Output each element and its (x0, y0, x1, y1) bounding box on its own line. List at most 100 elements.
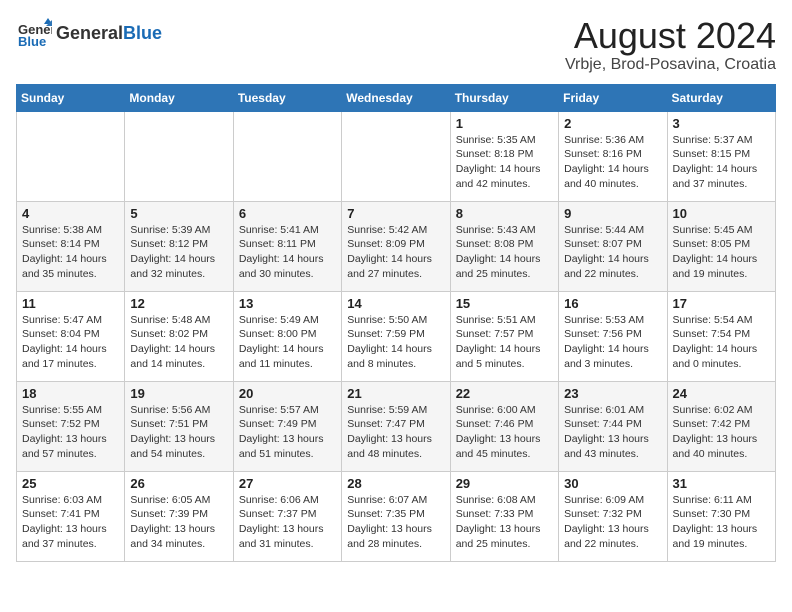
logo-blue-text: Blue (123, 23, 162, 43)
calendar-cell: 13 Sunrise: 5:49 AM Sunset: 8:00 PM Dayli… (233, 291, 341, 381)
day-detail: Sunrise: 5:39 AM Sunset: 8:12 PM Dayligh… (130, 223, 227, 282)
day-detail: Sunrise: 6:01 AM Sunset: 7:44 PM Dayligh… (564, 403, 661, 462)
day-detail: Sunrise: 5:45 AM Sunset: 8:05 PM Dayligh… (673, 223, 770, 282)
day-detail: Sunrise: 5:42 AM Sunset: 8:09 PM Dayligh… (347, 223, 444, 282)
calendar-week-row: 11 Sunrise: 5:47 AM Sunset: 8:04 PM Dayli… (17, 291, 776, 381)
weekday-header: Tuesday (233, 84, 341, 111)
day-number: 20 (239, 386, 336, 401)
calendar-cell: 3 Sunrise: 5:37 AM Sunset: 8:15 PM Daylig… (667, 111, 775, 201)
day-detail: Sunrise: 5:43 AM Sunset: 8:08 PM Dayligh… (456, 223, 553, 282)
day-detail: Sunrise: 6:08 AM Sunset: 7:33 PM Dayligh… (456, 493, 553, 552)
day-number: 25 (22, 476, 119, 491)
logo-general-text: General (56, 23, 123, 43)
calendar-cell (125, 111, 233, 201)
day-detail: Sunrise: 6:07 AM Sunset: 7:35 PM Dayligh… (347, 493, 444, 552)
day-detail: Sunrise: 5:37 AM Sunset: 8:15 PM Dayligh… (673, 133, 770, 192)
calendar-cell (342, 111, 450, 201)
calendar-cell: 7 Sunrise: 5:42 AM Sunset: 8:09 PM Daylig… (342, 201, 450, 291)
day-number: 19 (130, 386, 227, 401)
day-number: 27 (239, 476, 336, 491)
day-number: 23 (564, 386, 661, 401)
weekday-header-row: SundayMondayTuesdayWednesdayThursdayFrid… (17, 84, 776, 111)
day-detail: Sunrise: 5:59 AM Sunset: 7:47 PM Dayligh… (347, 403, 444, 462)
logo-icon: General Blue (16, 16, 52, 52)
calendar-cell: 12 Sunrise: 5:48 AM Sunset: 8:02 PM Dayli… (125, 291, 233, 381)
calendar-cell: 10 Sunrise: 5:45 AM Sunset: 8:05 PM Dayli… (667, 201, 775, 291)
day-number: 16 (564, 296, 661, 311)
calendar-cell: 14Sunrise: 5:50 AM Sunset: 7:59 PM Dayli… (342, 291, 450, 381)
day-number: 31 (673, 476, 770, 491)
day-detail: Sunrise: 5:51 AM Sunset: 7:57 PM Dayligh… (456, 313, 553, 372)
day-number: 13 (239, 296, 336, 311)
day-number: 22 (456, 386, 553, 401)
calendar-cell: 21 Sunrise: 5:59 AM Sunset: 7:47 PM Dayli… (342, 381, 450, 471)
calendar-cell: 16Sunrise: 5:53 AM Sunset: 7:56 PM Dayli… (559, 291, 667, 381)
day-number: 7 (347, 206, 444, 221)
day-detail: Sunrise: 5:56 AM Sunset: 7:51 PM Dayligh… (130, 403, 227, 462)
day-detail: Sunrise: 5:44 AM Sunset: 8:07 PM Dayligh… (564, 223, 661, 282)
day-number: 8 (456, 206, 553, 221)
day-detail: Sunrise: 6:00 AM Sunset: 7:46 PM Dayligh… (456, 403, 553, 462)
day-detail: Sunrise: 6:06 AM Sunset: 7:37 PM Dayligh… (239, 493, 336, 552)
calendar-cell: 27 Sunrise: 6:06 AM Sunset: 7:37 PM Dayli… (233, 471, 341, 561)
calendar-cell: 2Sunrise: 5:36 AM Sunset: 8:16 PM Daylig… (559, 111, 667, 201)
title-area: August 2024 Vrbje, Brod-Posavina, Croati… (565, 16, 776, 74)
calendar-week-row: 1 Sunrise: 5:35 AM Sunset: 8:18 PM Daylig… (17, 111, 776, 201)
calendar-week-row: 4Sunrise: 5:38 AM Sunset: 8:14 PM Daylig… (17, 201, 776, 291)
day-detail: Sunrise: 6:05 AM Sunset: 7:39 PM Dayligh… (130, 493, 227, 552)
day-number: 10 (673, 206, 770, 221)
day-number: 15 (456, 296, 553, 311)
day-detail: Sunrise: 6:09 AM Sunset: 7:32 PM Dayligh… (564, 493, 661, 552)
calendar-cell: 20Sunrise: 5:57 AM Sunset: 7:49 PM Dayli… (233, 381, 341, 471)
day-detail: Sunrise: 5:38 AM Sunset: 8:14 PM Dayligh… (22, 223, 119, 282)
day-number: 17 (673, 296, 770, 311)
day-detail: Sunrise: 5:47 AM Sunset: 8:04 PM Dayligh… (22, 313, 119, 372)
day-number: 30 (564, 476, 661, 491)
calendar-cell: 15 Sunrise: 5:51 AM Sunset: 7:57 PM Dayli… (450, 291, 558, 381)
calendar-cell: 5Sunrise: 5:39 AM Sunset: 8:12 PM Daylig… (125, 201, 233, 291)
calendar-cell (233, 111, 341, 201)
calendar-cell (17, 111, 125, 201)
weekday-header: Friday (559, 84, 667, 111)
weekday-header: Monday (125, 84, 233, 111)
day-detail: Sunrise: 5:35 AM Sunset: 8:18 PM Dayligh… (456, 133, 553, 192)
calendar-title: August 2024 (565, 16, 776, 56)
day-detail: Sunrise: 5:50 AM Sunset: 7:59 PM Dayligh… (347, 313, 444, 372)
header: General Blue GeneralBlue August 2024 Vrb… (16, 16, 776, 74)
calendar-cell: 8 Sunrise: 5:43 AM Sunset: 8:08 PM Daylig… (450, 201, 558, 291)
calendar-cell: 31 Sunrise: 6:11 AM Sunset: 7:30 PM Dayli… (667, 471, 775, 561)
calendar-cell: 22 Sunrise: 6:00 AM Sunset: 7:46 PM Dayli… (450, 381, 558, 471)
weekday-header: Sunday (17, 84, 125, 111)
calendar-cell: 6Sunrise: 5:41 AM Sunset: 8:11 PM Daylig… (233, 201, 341, 291)
day-number: 3 (673, 116, 770, 131)
day-detail: Sunrise: 5:36 AM Sunset: 8:16 PM Dayligh… (564, 133, 661, 192)
calendar-cell: 17 Sunrise: 5:54 AM Sunset: 7:54 PM Dayli… (667, 291, 775, 381)
day-detail: Sunrise: 6:03 AM Sunset: 7:41 PM Dayligh… (22, 493, 119, 552)
calendar-cell: 9 Sunrise: 5:44 AM Sunset: 8:07 PM Daylig… (559, 201, 667, 291)
day-number: 9 (564, 206, 661, 221)
calendar-cell: 24 Sunrise: 6:02 AM Sunset: 7:42 PM Dayli… (667, 381, 775, 471)
day-number: 11 (22, 296, 119, 311)
day-number: 26 (130, 476, 227, 491)
day-detail: Sunrise: 5:48 AM Sunset: 8:02 PM Dayligh… (130, 313, 227, 372)
day-number: 24 (673, 386, 770, 401)
day-detail: Sunrise: 5:41 AM Sunset: 8:11 PM Dayligh… (239, 223, 336, 282)
day-detail: Sunrise: 6:11 AM Sunset: 7:30 PM Dayligh… (673, 493, 770, 552)
calendar-cell: 19 Sunrise: 5:56 AM Sunset: 7:51 PM Dayli… (125, 381, 233, 471)
day-detail: Sunrise: 6:02 AM Sunset: 7:42 PM Dayligh… (673, 403, 770, 462)
day-number: 1 (456, 116, 553, 131)
day-detail: Sunrise: 5:54 AM Sunset: 7:54 PM Dayligh… (673, 313, 770, 372)
day-number: 28 (347, 476, 444, 491)
weekday-header: Wednesday (342, 84, 450, 111)
day-number: 29 (456, 476, 553, 491)
day-detail: Sunrise: 5:49 AM Sunset: 8:00 PM Dayligh… (239, 313, 336, 372)
weekday-header: Saturday (667, 84, 775, 111)
calendar-cell: 18Sunrise: 5:55 AM Sunset: 7:52 PM Dayli… (17, 381, 125, 471)
calendar-subtitle: Vrbje, Brod-Posavina, Croatia (565, 56, 776, 74)
calendar-cell: 26 Sunrise: 6:05 AM Sunset: 7:39 PM Dayli… (125, 471, 233, 561)
calendar-table: SundayMondayTuesdayWednesdayThursdayFrid… (16, 84, 776, 562)
calendar-cell: 4Sunrise: 5:38 AM Sunset: 8:14 PM Daylig… (17, 201, 125, 291)
calendar-week-row: 18Sunrise: 5:55 AM Sunset: 7:52 PM Dayli… (17, 381, 776, 471)
day-number: 21 (347, 386, 444, 401)
day-number: 12 (130, 296, 227, 311)
